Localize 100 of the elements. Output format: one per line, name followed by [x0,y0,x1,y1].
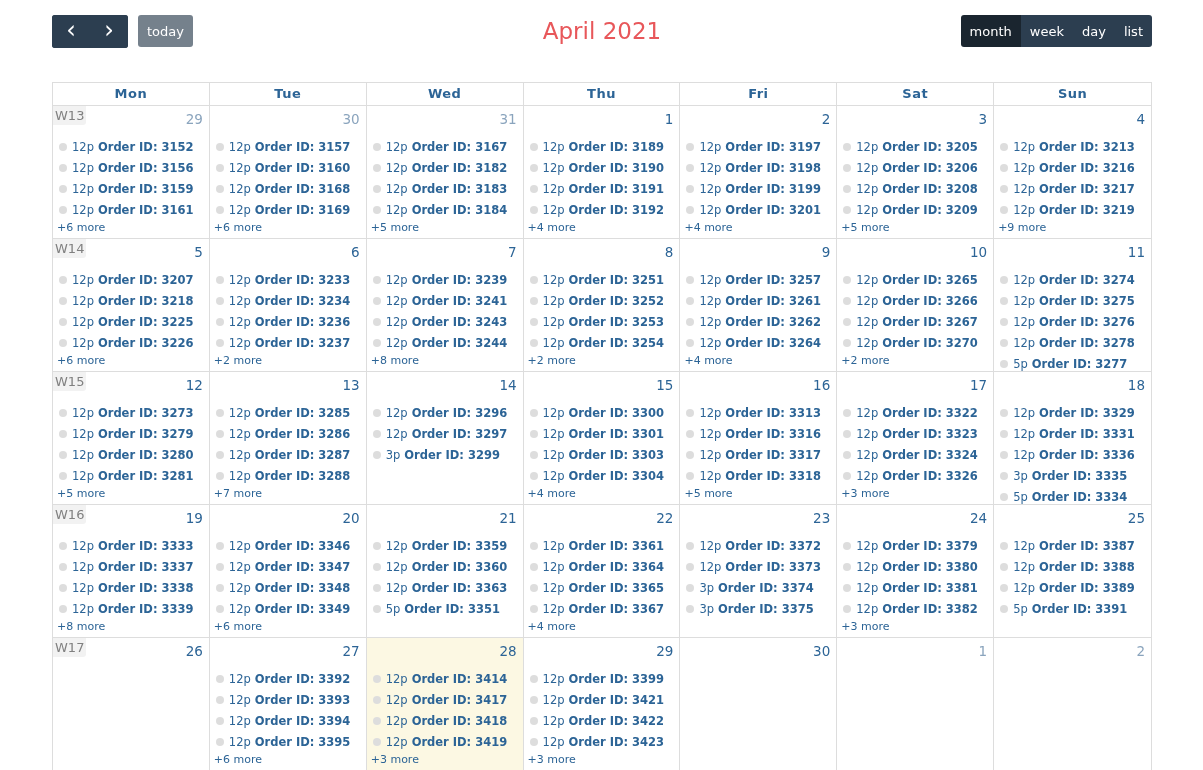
calendar-event[interactable]: 12p Order ID: 3234 [213,290,366,311]
calendar-event[interactable]: 5p Order ID: 3351 [370,598,523,619]
more-link[interactable]: +4 more [527,221,576,234]
day-number[interactable]: 11 [1127,244,1145,260]
calendar-event[interactable]: 12p Order ID: 3206 [841,157,994,178]
calendar-event[interactable]: 12p Order ID: 3205 [841,136,994,157]
week-number[interactable]: W17 [53,638,87,657]
calendar-event[interactable]: 12p Order ID: 3183 [370,178,523,199]
calendar-event[interactable]: 12p Order ID: 3300 [527,402,680,423]
calendar-event[interactable]: 5p Order ID: 3334 [998,486,1151,507]
calendar-event[interactable]: 12p Order ID: 3216 [998,157,1151,178]
day-number[interactable]: 29 [656,643,674,659]
calendar-event[interactable]: 12p Order ID: 3261 [684,290,837,311]
day-number[interactable]: 18 [1127,377,1145,393]
more-link[interactable]: +4 more [684,354,733,367]
day-number[interactable]: 12 [185,377,203,393]
calendar-event[interactable]: 12p Order ID: 3399 [527,668,680,689]
calendar-event[interactable]: 12p Order ID: 3363 [370,577,523,598]
calendar-event[interactable]: 12p Order ID: 3422 [527,710,680,731]
calendar-event[interactable]: 12p Order ID: 3275 [998,290,1151,311]
calendar-event[interactable]: 12p Order ID: 3287 [213,444,366,465]
calendar-event[interactable]: 12p Order ID: 3207 [57,269,209,290]
week-number[interactable]: W13 [53,106,87,125]
calendar-event[interactable]: 12p Order ID: 3318 [684,465,837,486]
calendar-event[interactable]: 12p Order ID: 3267 [841,311,994,332]
calendar-event[interactable]: 3p Order ID: 3299 [370,444,523,465]
calendar-event[interactable]: 12p Order ID: 3333 [57,535,209,556]
day-number[interactable]: 5 [194,244,203,260]
calendar-event[interactable]: 5p Order ID: 3277 [998,353,1151,374]
calendar-event[interactable]: 12p Order ID: 3296 [370,402,523,423]
week-number[interactable]: W14 [53,239,87,258]
calendar-event[interactable]: 12p Order ID: 3239 [370,269,523,290]
calendar-event[interactable]: 12p Order ID: 3254 [527,332,680,353]
calendar-event[interactable]: 12p Order ID: 3417 [370,689,523,710]
calendar-event[interactable]: 12p Order ID: 3389 [998,577,1151,598]
calendar-event[interactable]: 12p Order ID: 3393 [213,689,366,710]
calendar-event[interactable]: 12p Order ID: 3297 [370,423,523,444]
calendar-event[interactable]: 12p Order ID: 3160 [213,157,366,178]
calendar-event[interactable]: 12p Order ID: 3217 [998,178,1151,199]
more-link[interactable]: +8 more [370,354,419,367]
calendar-event[interactable]: 12p Order ID: 3331 [998,423,1151,444]
day-number[interactable]: 20 [342,510,360,526]
more-link[interactable]: +4 more [527,620,576,633]
calendar-event[interactable]: 12p Order ID: 3361 [527,535,680,556]
day-number[interactable]: 23 [813,510,831,526]
day-number[interactable]: 16 [813,377,831,393]
calendar-event[interactable]: 12p Order ID: 3346 [213,535,366,556]
calendar-event[interactable]: 12p Order ID: 3388 [998,556,1151,577]
day-number[interactable]: 27 [342,643,360,659]
more-link[interactable]: +7 more [213,487,263,500]
day-number[interactable]: 6 [351,244,360,260]
calendar-event[interactable]: 12p Order ID: 3380 [841,556,994,577]
calendar-event[interactable]: 12p Order ID: 3190 [527,157,680,178]
day-number[interactable]: 1 [664,111,674,127]
calendar-event[interactable]: 12p Order ID: 3339 [57,598,209,619]
day-number[interactable]: 7 [507,244,517,260]
calendar-event[interactable]: 12p Order ID: 3303 [527,444,680,465]
calendar-event[interactable]: 12p Order ID: 3257 [684,269,837,290]
calendar-event[interactable]: 12p Order ID: 3226 [57,332,209,353]
calendar-event[interactable]: 12p Order ID: 3157 [213,136,366,157]
calendar-event[interactable]: 12p Order ID: 3243 [370,311,523,332]
more-link[interactable]: +3 more [841,487,890,500]
calendar-event[interactable]: 12p Order ID: 3265 [841,269,994,290]
calendar-event[interactable]: 12p Order ID: 3414 [370,668,523,689]
more-link[interactable]: +9 more [998,221,1047,234]
more-link[interactable]: +6 more [213,221,263,234]
calendar-event[interactable]: 12p Order ID: 3168 [213,178,366,199]
day-number[interactable]: 26 [185,643,203,659]
view-button[interactable]: week [1020,15,1073,47]
view-button[interactable]: day [1072,15,1115,47]
calendar-event[interactable]: 12p Order ID: 3394 [213,710,366,731]
calendar-event[interactable]: 12p Order ID: 3280 [57,444,209,465]
calendar-event[interactable]: 12p Order ID: 3348 [213,577,366,598]
calendar-event[interactable]: 12p Order ID: 3288 [213,465,366,486]
calendar-event[interactable]: 12p Order ID: 3365 [527,577,680,598]
calendar-event[interactable]: 12p Order ID: 3169 [213,199,366,220]
calendar-event[interactable]: 12p Order ID: 3251 [527,269,680,290]
more-link[interactable]: +8 more [57,620,106,633]
calendar-event[interactable]: 12p Order ID: 3285 [213,402,366,423]
calendar-event[interactable]: 3p Order ID: 3375 [684,598,837,619]
calendar-event[interactable]: 12p Order ID: 3364 [527,556,680,577]
calendar-event[interactable]: 12p Order ID: 3338 [57,577,209,598]
day-number[interactable]: 2 [821,111,831,127]
day-number[interactable]: 15 [656,377,674,393]
calendar-event[interactable]: 12p Order ID: 3323 [841,423,994,444]
calendar-event[interactable]: 12p Order ID: 3266 [841,290,994,311]
calendar-event[interactable]: 12p Order ID: 3219 [998,199,1151,220]
calendar-event[interactable]: 12p Order ID: 3192 [527,199,680,220]
calendar-event[interactable]: 12p Order ID: 3244 [370,332,523,353]
calendar-event[interactable]: 12p Order ID: 3273 [57,402,209,423]
more-link[interactable]: +2 more [527,354,576,367]
calendar-event[interactable]: 12p Order ID: 3281 [57,465,209,486]
calendar-event[interactable]: 12p Order ID: 3387 [998,535,1151,556]
calendar-event[interactable]: 12p Order ID: 3347 [213,556,366,577]
calendar-event[interactable]: 5p Order ID: 3391 [998,598,1151,619]
more-link[interactable]: +2 more [841,354,890,367]
calendar-event[interactable]: 12p Order ID: 3241 [370,290,523,311]
calendar-event[interactable]: 12p Order ID: 3236 [213,311,366,332]
calendar-event[interactable]: 12p Order ID: 3209 [841,199,994,220]
calendar-event[interactable]: 12p Order ID: 3201 [684,199,837,220]
